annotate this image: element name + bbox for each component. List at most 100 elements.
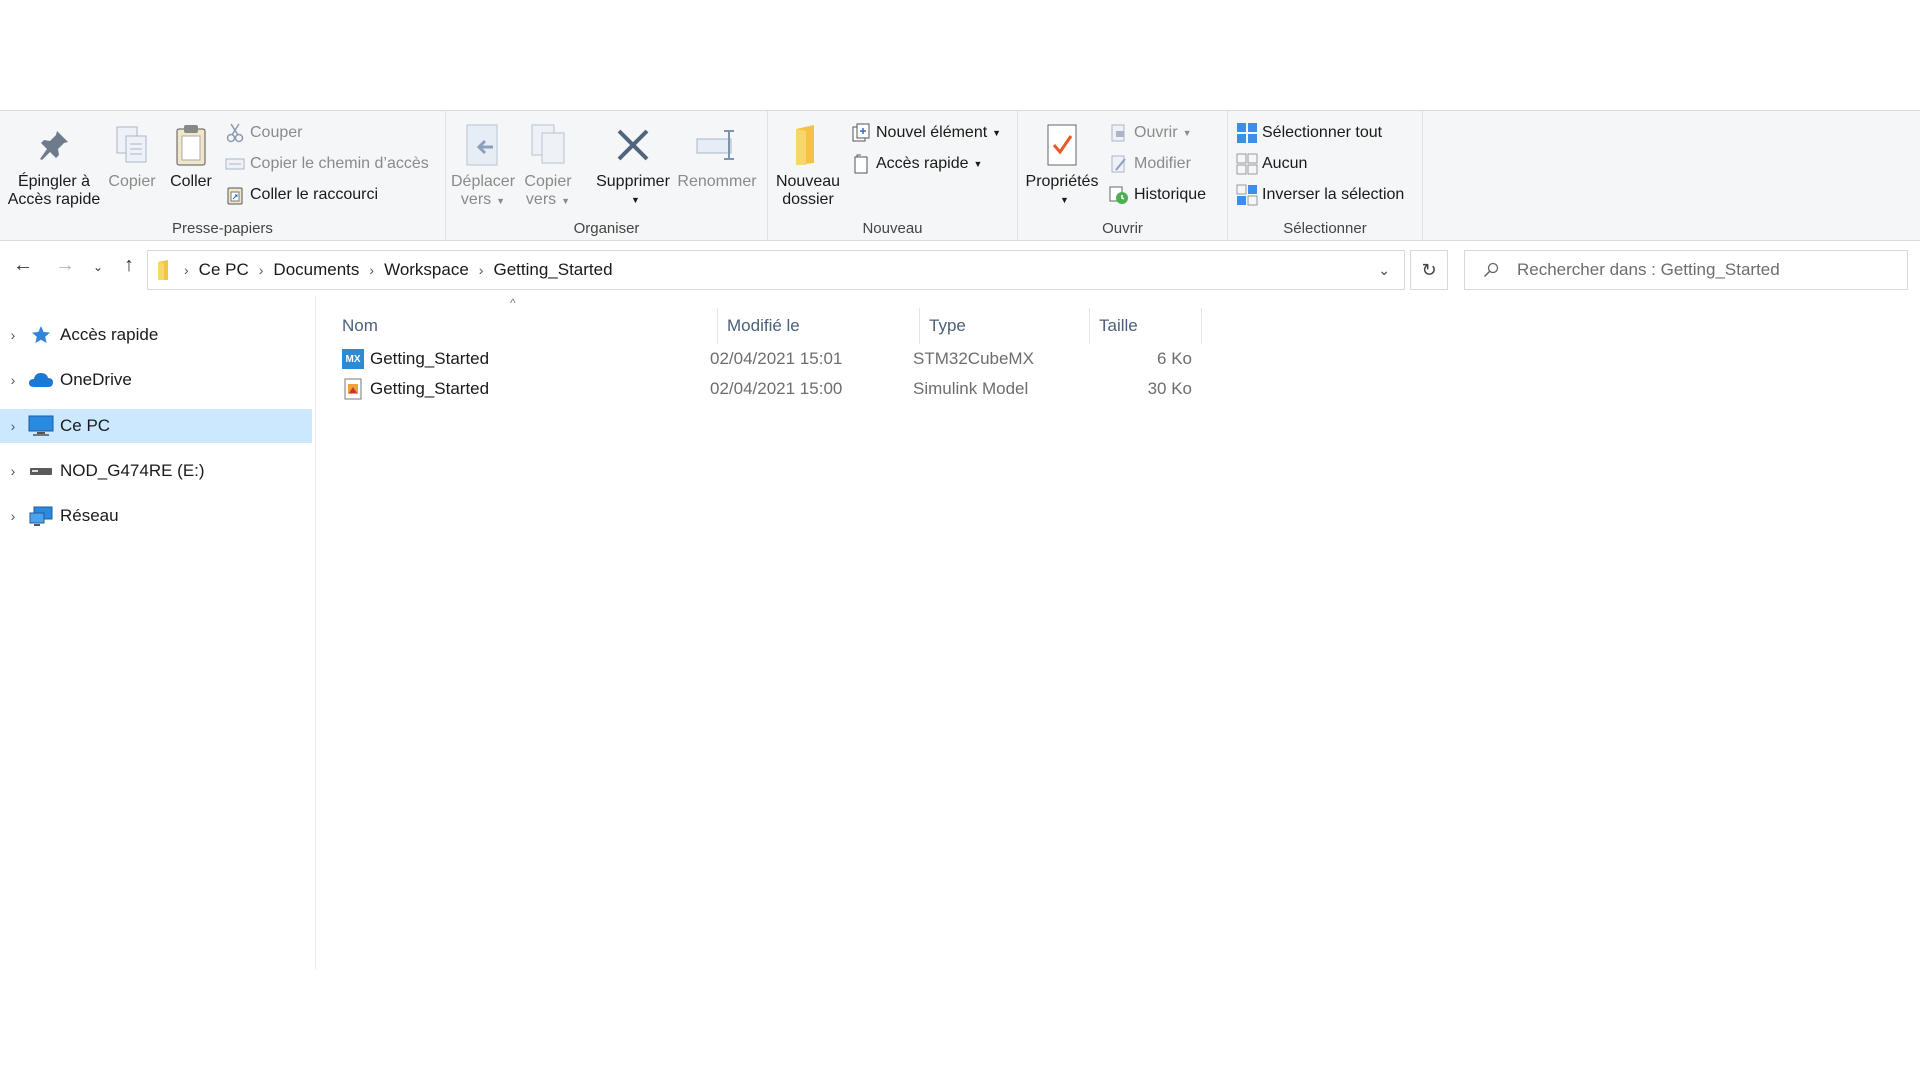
search-box[interactable]: Rechercher dans : Getting_Started [1464,250,1908,290]
historique-button[interactable]: Historique [1108,183,1206,207]
computer-icon [26,414,56,438]
address-row: ← → ⌄ ↑ › Ce PC › Documents › Workspace … [0,242,1920,296]
inverser-selection-button[interactable]: Inverser la sélection [1236,183,1404,207]
rename-icon [676,117,758,173]
copier-chemin-button[interactable]: Copier le chemin d’accès [224,152,429,176]
breadcrumb-workspace[interactable]: Workspace [384,260,469,280]
address-bar[interactable]: › Ce PC › Documents › Workspace › Gettin… [147,250,1405,290]
delete-x-icon [594,117,672,173]
nav-item-label: Accès rapide [60,325,159,344]
select-none-icon [1236,153,1258,175]
copier-vers-button[interactable]: Copier vers ▼ [520,117,576,210]
modifier-button[interactable]: Modifier [1108,152,1191,176]
easy-access-icon [850,153,872,175]
folder-icon [156,259,174,281]
address-dropdown-icon[interactable]: ⌄ [1378,262,1390,279]
paste-shortcut-icon [224,184,246,206]
deplacer-vers-button[interactable]: Déplacer vers ▼ [450,117,516,210]
ouvrir-button[interactable]: Ouvrir ▼ [1108,121,1191,145]
couper-label: Couper [250,124,303,141]
table-row[interactable]: Getting_Started 02/04/2021 15:00 Simulin… [316,374,1192,404]
nav-item-label: OneDrive [60,370,132,389]
open-icon [1108,122,1130,144]
file-modified: 02/04/2021 15:01 [710,349,843,368]
nouveau-dossier-label-2: dossier [782,191,834,208]
nouveau-dossier-button[interactable]: Nouveau dossier [774,117,842,209]
supprimer-button[interactable]: Supprimer ▼ [594,117,672,209]
epingler-label-2: Accès rapide [7,191,101,208]
breadcrumb-separator: › [369,262,375,278]
column-header-type[interactable]: Type [920,308,1090,344]
column-header-modified-label: Modifié le [727,316,800,335]
renommer-button[interactable]: Renommer [676,117,758,191]
chevron-down-icon: ▼ [992,128,1002,138]
nav-item-label: Réseau [60,506,119,525]
coller-raccourci-button[interactable]: Coller le raccourci [224,183,378,207]
chevron-right-icon[interactable]: › [0,327,26,343]
column-header-name-label: Nom [342,316,378,335]
selectionner-label: Sélectionner [1283,220,1367,237]
new-item-icon [850,122,872,144]
proprietes-button[interactable]: Propriétés ▼ [1024,117,1100,209]
nav-item-reseau[interactable]: › Réseau [0,499,312,533]
nav-item-onedrive[interactable]: › OneDrive [0,363,312,397]
column-header-size-label: Taille [1099,316,1138,335]
breadcrumb-separator: › [184,262,189,278]
nav-item-ce-pc[interactable]: › Ce PC [0,409,312,443]
chevron-right-icon[interactable]: › [0,372,26,388]
simulink-model-file-icon [342,378,364,400]
up-button[interactable]: ↑ [114,254,144,277]
acces-rapide-menu-button[interactable]: Accès rapide ▼ [850,152,982,176]
ouvrir-label-group: Ouvrir [1102,220,1143,237]
window-top-area [0,0,1920,110]
chevron-down-icon: ▼ [973,159,983,169]
column-header-modified[interactable]: Modifié le [718,308,920,344]
copy-to-icon [520,117,576,173]
arrow-up-icon: ↑ [124,254,134,276]
epingler-label-1: Épingler à [17,173,91,190]
selectionner-tout-label: Sélectionner tout [1262,124,1383,141]
file-type: Simulink Model [913,379,1029,398]
copier-vers-label-2: vers [525,191,557,208]
invert-selection-icon [1236,184,1258,206]
file-list: ^ Nom Modifié le Type Taille MX Getting_… [316,296,1920,996]
nouveau-label: Nouveau [862,220,923,237]
nouvel-element-button[interactable]: Nouvel élément ▼ [850,121,1001,145]
refresh-icon: ↻ [1421,259,1437,280]
chevron-right-icon[interactable]: › [0,418,26,434]
copy-path-icon [224,153,246,175]
renommer-label: Renommer [677,173,757,190]
drive-icon [26,459,56,483]
group-organiser: Déplacer vers ▼ Copier vers ▼ Supprimer ▼ … [446,111,768,241]
table-row[interactable]: MX Getting_Started 02/04/2021 15:01 STM3… [316,344,1192,374]
couper-button[interactable]: Couper [224,121,302,145]
search-icon [1483,262,1499,278]
chevron-down-icon: ▼ [631,195,640,205]
new-folder-icon [774,117,842,173]
selectionner-tout-button[interactable]: Sélectionner tout [1236,121,1382,145]
back-button[interactable]: ← [8,254,38,277]
coller-button[interactable]: Coller [164,117,218,191]
ribbon: Épingler à Accès rapide Copier Coller Co… [0,110,1920,241]
nav-item-acces-rapide[interactable]: › Accès rapide [0,318,312,352]
breadcrumb-getting-started[interactable]: Getting_Started [493,260,612,280]
star-icon [26,323,56,347]
navigation-pane: › Accès rapide › OneDrive › Ce PC › NOD_… [0,296,316,970]
copier-button[interactable]: Copier [104,117,160,191]
refresh-button[interactable]: ↻ [1410,250,1448,290]
organiser-label: Organiser [573,220,640,237]
chevron-right-icon[interactable]: › [0,508,26,524]
nav-item-nod-g474re[interactable]: › NOD_G474RE (E:) [0,454,312,488]
breadcrumb-documents[interactable]: Documents [273,260,359,280]
deplacer-label-1: Déplacer [450,173,516,190]
breadcrumb-ce-pc[interactable]: Ce PC [199,260,249,280]
epingler-button[interactable]: Épingler à Accès rapide [4,117,104,209]
column-header-size[interactable]: Taille [1090,308,1202,344]
forward-button[interactable]: → [50,254,80,277]
nouvel-element-label: Nouvel élément [876,124,988,141]
copier-vers-label-1: Copier [524,173,572,190]
recent-locations-button[interactable]: ⌄ [86,260,110,274]
chevron-right-icon[interactable]: › [0,463,26,479]
aucun-button[interactable]: Aucun [1236,152,1307,176]
column-header-name[interactable]: Nom [333,308,718,344]
